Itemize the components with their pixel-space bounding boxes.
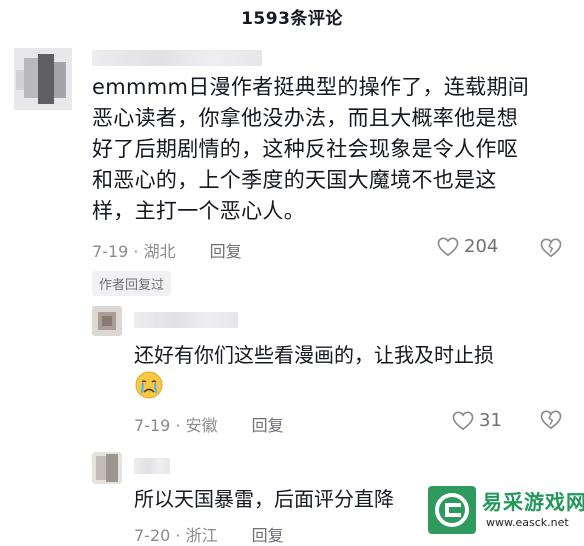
site-logo-icon bbox=[428, 486, 476, 534]
comment-line: 恶心读者，你拿他没办法，而且大概率他是想 bbox=[92, 106, 518, 130]
crying-face-icon bbox=[135, 371, 163, 399]
reply-button[interactable]: 回复 bbox=[252, 522, 284, 546]
reply-meta: 7-20 · 浙江 回复 bbox=[134, 522, 284, 546]
main-comment-text: emmmm日漫作者挺典型的操作了，连载期间 恶心读者，你拿他没办法，而且大概率他… bbox=[92, 72, 572, 227]
comments-header: 1593条评论 bbox=[0, 0, 584, 32]
reply-button[interactable]: 回复 bbox=[252, 412, 284, 436]
reply-meta: 7-19 · 安徽 回复 bbox=[134, 412, 284, 436]
reply-avatar[interactable] bbox=[92, 452, 122, 484]
comment-count-title: 1593条评论 bbox=[241, 8, 343, 29]
date-location: 7-19 · 安徽 bbox=[134, 416, 218, 435]
commenter-avatar[interactable] bbox=[14, 48, 72, 110]
watermark-title: 易采游戏网 bbox=[482, 490, 584, 514]
comment-line: 样，主打一个恶心人。 bbox=[92, 199, 305, 223]
broken-heart-icon bbox=[540, 238, 562, 258]
reply-button[interactable]: 回复 bbox=[210, 238, 242, 262]
dislike-button[interactable] bbox=[540, 238, 562, 262]
comment-line: 好了后期剧情的，这种反社会现象是令人作呕 bbox=[92, 137, 518, 161]
like-count: 31 bbox=[479, 410, 502, 431]
site-watermark: 易采游戏网 www.easck.net bbox=[428, 482, 584, 538]
broken-heart-icon bbox=[540, 410, 562, 430]
like-button[interactable]: 31 bbox=[452, 410, 502, 431]
author-replied-tag: 作者回复过 bbox=[92, 271, 172, 296]
reply-avatar[interactable] bbox=[92, 306, 122, 336]
reply-text: 所以天国暴雷，后面评分直降 bbox=[134, 487, 394, 511]
comment-line: 和恶心的，上个季度的天国大魔境不也是这 bbox=[92, 168, 497, 192]
date-location: 7-19 · 湖北 bbox=[92, 242, 176, 261]
watermark-url: www.easck.net bbox=[486, 516, 569, 529]
heart-outline-icon bbox=[452, 411, 474, 430]
main-comment-meta: 7-19 · 湖北 回复 bbox=[92, 238, 242, 262]
date-location: 7-20 · 浙江 bbox=[134, 526, 218, 545]
reply-text: 还好有你们这些看漫画的，让我及时止损 bbox=[134, 343, 494, 367]
reply-author-name[interactable] bbox=[134, 458, 170, 474]
dislike-button[interactable] bbox=[540, 410, 562, 434]
like-count: 204 bbox=[464, 236, 499, 257]
like-button[interactable]: 204 bbox=[437, 236, 498, 257]
commenter-name[interactable] bbox=[92, 50, 262, 66]
heart-outline-icon bbox=[437, 237, 459, 256]
comment-line: emmmm日漫作者挺典型的操作了，连载期间 bbox=[92, 75, 530, 99]
reply-author-name[interactable] bbox=[134, 312, 238, 328]
